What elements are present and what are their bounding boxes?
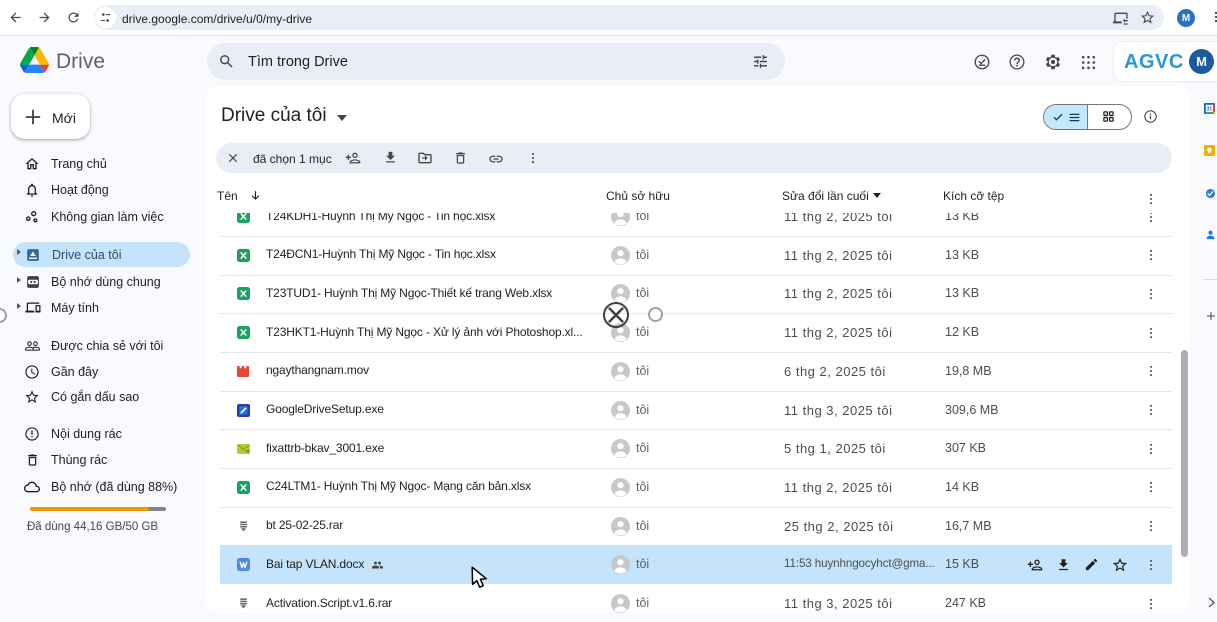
- svg-text:31: 31: [1207, 107, 1213, 113]
